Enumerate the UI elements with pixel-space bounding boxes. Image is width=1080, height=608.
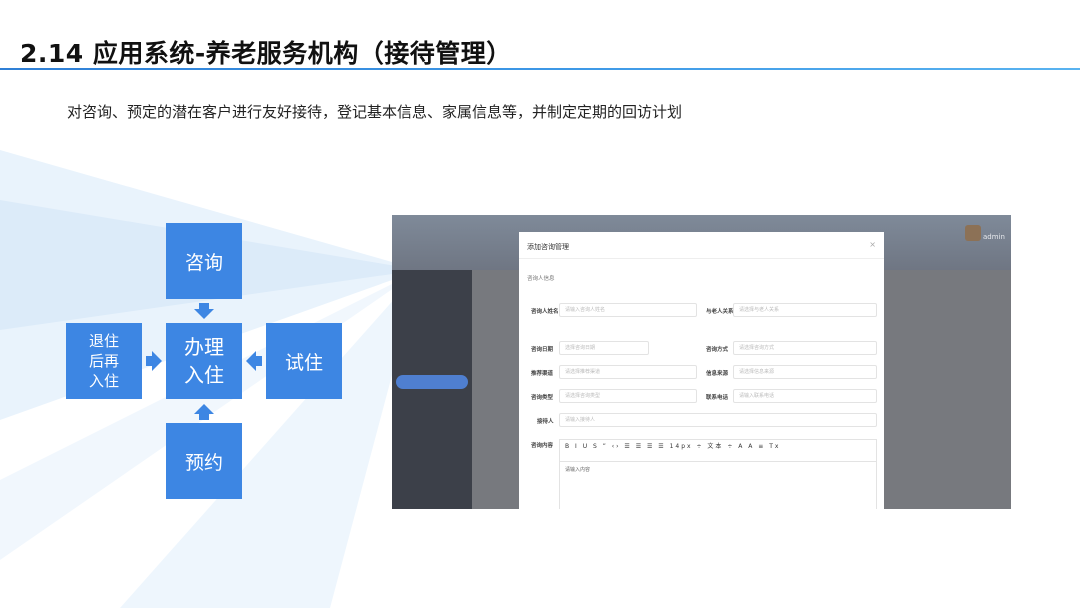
channel-label: 推荐渠道 [531, 371, 554, 377]
method-label: 咨询方式 [706, 347, 729, 353]
phone-input[interactable]: 请输入联系电话 [733, 389, 877, 403]
flow-box-check-in: 办理 入住 [166, 323, 242, 399]
type-label: 咨询类型 [531, 395, 554, 401]
page-title: 2.14 应用系统-养老服务机构（接待管理） [20, 39, 512, 68]
arrow-up-icon [194, 404, 214, 420]
arrow-left-icon [246, 351, 262, 371]
flow-box-consult-label: 咨询 [184, 251, 223, 274]
flow-box-check-in-line1: 办理 [184, 335, 224, 359]
page-subtitle: 对咨询、预定的潜在客户进行友好接待，登记基本信息、家属信息等，并制定定期的回访计… [67, 103, 683, 121]
section-label: 咨询人信息 [527, 276, 555, 282]
slide: 2.14 应用系统-养老服务机构（接待管理） 对咨询、预定的潜在客户进行友好接待… [0, 0, 1080, 608]
flow-box-reservation-label: 预约 [184, 451, 223, 474]
consultant-name-input[interactable]: 请输入咨询人姓名 [559, 303, 697, 317]
flow-box-trial-stay-label: 试住 [284, 351, 323, 374]
receiver-label: 接待人 [537, 419, 554, 425]
avatar [965, 225, 981, 241]
relation-label: 与老人关系 [706, 309, 734, 315]
screenshot-sidebar [392, 270, 472, 509]
consultant-name-label: 咨询人姓名 [531, 309, 559, 315]
system-screenshot: admin 添加咨询管理 × 咨询人信息 咨询人姓名 请输入咨询人姓名 与老人关… [392, 215, 1011, 509]
flow-box-readmission: 退住 后再 入住 [66, 323, 142, 399]
sidebar-active-item [396, 375, 468, 389]
type-select[interactable]: 请选择咨询类型 [559, 389, 697, 403]
modal-title: 添加咨询管理 [527, 243, 569, 251]
add-consult-modal: 添加咨询管理 × 咨询人信息 咨询人姓名 请输入咨询人姓名 与老人关系 请选择与… [519, 232, 884, 509]
arrow-down-icon [194, 303, 214, 319]
flow-box-reservation: 预约 [166, 423, 242, 499]
content-label: 咨询内容 [531, 443, 554, 449]
content-editor[interactable]: 请输入内容 [559, 461, 877, 509]
arrow-right-icon [146, 351, 162, 371]
modal-divider [519, 258, 884, 259]
phone-label: 联系电话 [706, 395, 729, 401]
flow-box-readmission-line3: 入住 [88, 372, 119, 390]
admin-label: admin [983, 233, 1005, 241]
channel-select[interactable]: 请选择推荐渠道 [559, 365, 697, 379]
source-label: 信息来源 [706, 371, 729, 377]
editor-toolbar[interactable]: B I U S ” ‹› ☰ ☰ ☰ ☰ 14px ÷ 文本 ÷ A A ≡ T… [559, 439, 877, 461]
source-select[interactable]: 请选择信息来源 [733, 365, 877, 379]
flow-box-readmission-line2: 后再 [88, 352, 119, 370]
flow-box-consult: 咨询 [166, 223, 242, 299]
flow-box-trial-stay: 试住 [266, 323, 342, 399]
close-icon[interactable]: × [869, 240, 876, 249]
method-select[interactable]: 请选择咨询方式 [733, 341, 877, 355]
flow-box-readmission-line1: 退住 [88, 332, 119, 350]
relation-select[interactable]: 请选择与老人关系 [733, 303, 877, 317]
date-label: 咨询日期 [531, 347, 554, 353]
title-divider [0, 68, 1080, 70]
receiver-input[interactable]: 请输入接待人 [559, 413, 877, 427]
flow-box-check-in-line2: 入住 [184, 363, 224, 387]
date-picker[interactable]: 选择咨询日期 [559, 341, 649, 355]
